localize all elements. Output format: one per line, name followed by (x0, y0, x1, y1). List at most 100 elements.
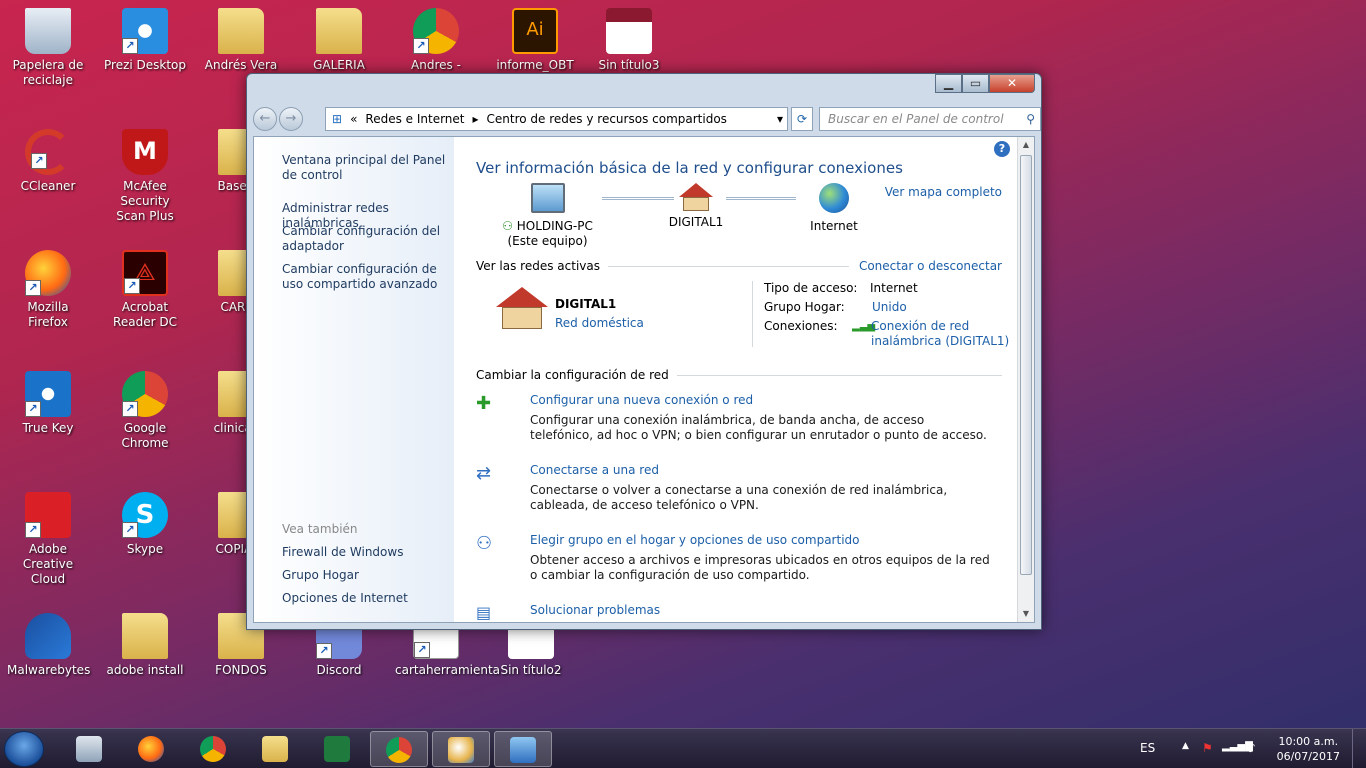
link-control-panel-home[interactable]: Ventana principal del Panel de control (282, 153, 450, 183)
breadcrumb-redes-internet[interactable]: Redes e Internet (365, 112, 464, 126)
desktop-icon-informe-obt[interactable]: Ai informe_OBT (494, 8, 576, 73)
taskbar-paint[interactable] (432, 731, 490, 767)
taskbar-chrome[interactable] (184, 731, 242, 767)
homegroup-link[interactable]: Unido (872, 300, 907, 315)
link-internet-options[interactable]: Opciones de Internet (282, 591, 450, 606)
map-node-network[interactable]: DIGITAL1 (656, 183, 736, 230)
view-full-map-link[interactable]: Ver mapa completo (885, 185, 1002, 199)
system-tray: ES ▲ ⚑ ▂▃▅▇ ♪ 10:00 a.m. 06/07/2017 (1126, 729, 1366, 768)
troubleshoot-icon: ▤ (476, 603, 492, 622)
maximize-button[interactable]: ▭ (962, 74, 989, 93)
breadcrumb-chevron-icon[interactable]: ▸ (473, 112, 479, 126)
task-new-connection-link[interactable]: Configurar una nueva conexión o red (530, 393, 753, 407)
desktop-icon-ccleaner[interactable]: ↗ CCleaner (7, 129, 89, 194)
calculator-icon (76, 736, 102, 762)
firefox-icon (138, 736, 164, 762)
main-pane: ? Ver información básica de la red y con… (454, 137, 1016, 622)
control-panel-icon: ⊞ (332, 112, 343, 126)
folder-icon (122, 613, 168, 659)
acrobat-icon: ⟁ ↗ (122, 250, 168, 296)
map-node-internet[interactable]: Internet (796, 183, 872, 234)
desktop-icon-galeria[interactable]: GALERIA (298, 8, 380, 73)
search-icon[interactable]: ⚲ (1026, 108, 1035, 130)
search-input[interactable]: Buscar en el Panel de control ⚲ (819, 107, 1041, 131)
show-desktop-button[interactable] (1352, 729, 1366, 768)
prezi-icon: ↗ (122, 8, 168, 54)
minimize-button[interactable]: ▁ (935, 74, 962, 93)
close-button[interactable]: ✕ (989, 74, 1035, 93)
divider (752, 281, 753, 347)
desktop-icon-sin-titulo3[interactable]: Sin título3 (588, 8, 670, 73)
link-change-adapter[interactable]: Cambiar configuración del adaptador (282, 224, 450, 254)
refresh-icon[interactable]: ⟳ (791, 107, 813, 131)
map-node-computer[interactable]: ⚇ HOLDING-PC (Este equipo) (500, 183, 595, 249)
scroll-down-icon[interactable]: ▼ (1018, 606, 1034, 622)
network-type-link[interactable]: Red doméstica (555, 316, 644, 331)
scroll-thumb[interactable] (1020, 155, 1032, 575)
active-network-name: DIGITAL1 (555, 297, 617, 311)
left-nav-pane: Ventana principal del Panel de control A… (254, 137, 454, 622)
page-title: Ver información básica de la red y confi… (476, 159, 903, 177)
breadcrumb-prefix[interactable]: « (350, 112, 357, 126)
taskbar-explorer[interactable] (246, 731, 304, 767)
desktop-icon-mcafee[interactable]: M McAfee Security Scan Plus (104, 129, 186, 224)
desktop-icon-recycle-bin[interactable]: Papelera de reciclaje (7, 8, 89, 88)
taskbar-chrome-profile[interactable] (370, 731, 428, 767)
globe-icon (819, 183, 849, 213)
dropdown-chevron-icon[interactable]: ▾ (777, 112, 783, 126)
active-networks-header: Ver las redes activas Conectar o descone… (476, 259, 1002, 273)
connection-link[interactable]: Conexión de red inalámbrica (DIGITAL1) (871, 319, 1011, 349)
ccleaner-icon: ↗ (25, 129, 71, 175)
mcafee-icon: M (122, 129, 168, 175)
address-bar[interactable]: ⊞ « Redes e Internet ▸ Centro de redes y… (325, 107, 788, 131)
folder-icon (316, 8, 362, 54)
excel-icon (324, 736, 350, 762)
language-indicator[interactable]: ES (1140, 741, 1155, 755)
start-button[interactable] (4, 731, 44, 767)
desktop-icon-google-chrome[interactable]: ↗ Google Chrome (104, 371, 186, 451)
link-homegroup[interactable]: Grupo Hogar (282, 568, 450, 583)
vertical-scrollbar[interactable]: ▲ ▼ (1017, 137, 1034, 622)
home-network-icon (679, 183, 713, 197)
volume-icon[interactable]: ♪ (1248, 741, 1256, 755)
network-center-window: ▁ ▭ ✕ ← → ⊞ « Redes e Internet ▸ Centro … (246, 73, 1042, 630)
desktop-icon-adobe-install[interactable]: adobe install (104, 613, 186, 678)
clock[interactable]: 10:00 a.m. 06/07/2017 (1277, 734, 1340, 764)
help-icon[interactable]: ? (994, 141, 1010, 157)
network-user-icon: ⚇ (502, 219, 513, 233)
recycle-bin-icon (25, 8, 71, 54)
access-type-label: Tipo de acceso: (764, 281, 858, 295)
map-connector (726, 197, 796, 200)
breadcrumb-network-center[interactable]: Centro de redes y recursos compartidos (487, 112, 727, 126)
desktop-icon-truekey[interactable]: ↗ True Key (7, 371, 89, 436)
desktop-icon-creative-cloud[interactable]: ↗ Adobe Creative Cloud (7, 492, 89, 587)
link-advanced-sharing[interactable]: Cambiar configuración de uso compartido … (282, 262, 450, 292)
change-settings-header: Cambiar la configuración de red (476, 368, 1002, 382)
desktop-icon-acrobat[interactable]: ⟁ ↗ Acrobat Reader DC (104, 250, 186, 330)
task-homegroup-link[interactable]: Elegir grupo en el hogar y opciones de u… (530, 533, 860, 547)
title-bar[interactable]: ▁ ▭ ✕ (247, 74, 1041, 102)
action-center-icon[interactable]: ⚑ (1202, 741, 1213, 755)
image-icon (606, 8, 652, 54)
scroll-up-icon[interactable]: ▲ (1018, 137, 1034, 153)
link-firewall[interactable]: Firewall de Windows (282, 545, 450, 560)
creative-cloud-icon: ↗ (25, 492, 71, 538)
desktop-icon-prezi[interactable]: ↗ Prezi Desktop (104, 8, 186, 73)
taskbar-control-panel[interactable] (494, 731, 552, 767)
desktop-icon-skype[interactable]: S ↗ Skype (104, 492, 186, 557)
desktop-icon-malwarebytes[interactable]: Malwarebytes (7, 613, 90, 678)
tray-overflow-icon[interactable]: ▲ (1182, 741, 1189, 751)
task-connect-network-link[interactable]: Conectarse a una red (530, 463, 659, 477)
see-also-label: Vea también (282, 522, 358, 536)
connect-disconnect-link[interactable]: Conectar o desconectar (859, 259, 1002, 273)
back-button[interactable]: ← (253, 107, 277, 131)
forward-button[interactable]: → (279, 107, 303, 131)
task-troubleshoot-link[interactable]: Solucionar problemas (530, 603, 660, 617)
taskbar-excel[interactable] (308, 731, 366, 767)
taskbar-firefox[interactable] (122, 731, 180, 767)
taskbar-calculator[interactable] (60, 731, 118, 767)
connections-label: Conexiones: (764, 319, 838, 333)
folder-icon (218, 8, 264, 54)
desktop-icon-andres-vera[interactable]: Andrés Vera (200, 8, 282, 73)
desktop-icon-firefox[interactable]: ↗ Mozilla Firefox (7, 250, 89, 330)
